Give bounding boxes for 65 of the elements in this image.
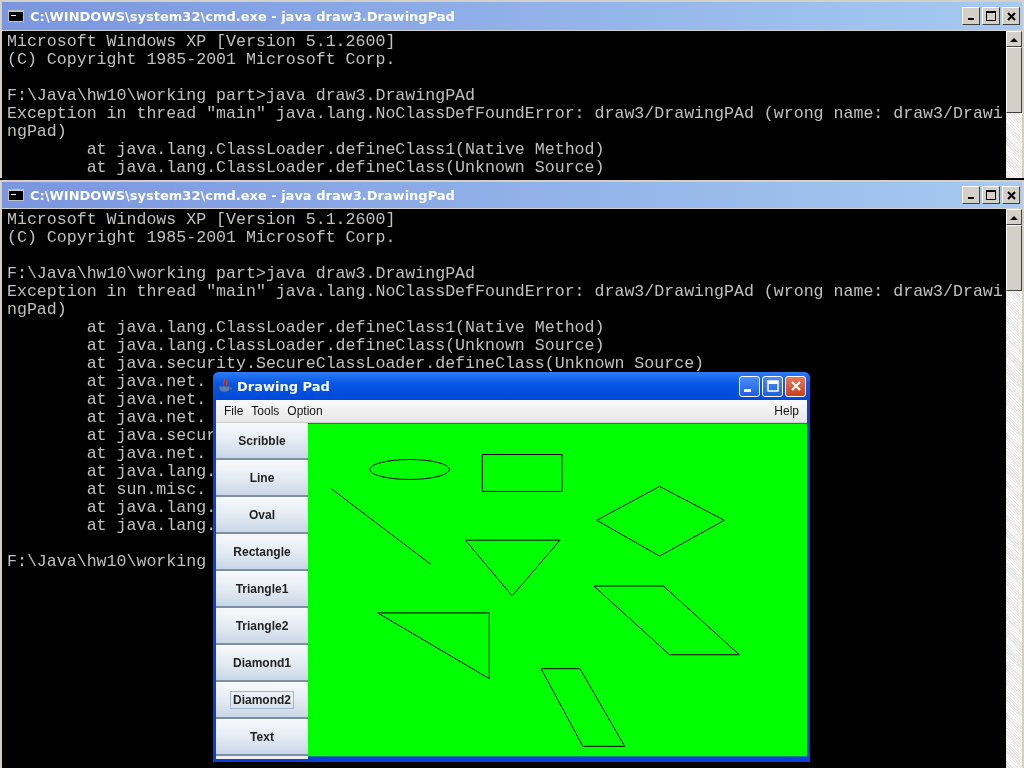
- tool-button[interactable]: Text: [216, 719, 308, 756]
- scrollbar-track[interactable]: [1006, 209, 1022, 768]
- up-arrow-icon: [1010, 36, 1018, 42]
- console-line: Microsoft Windows XP [Version 5.1.2600]: [7, 211, 396, 229]
- console-line: F:\Java\hw10\working part>java draw3.DrawingPAd: [7, 265, 476, 283]
- console-line: (C) Copyright 1985-2001 Microsoft Corp.: [7, 229, 396, 247]
- console-line: at java.security.SecureClassLoader.defineClass(Unknown Source): [85, 355, 705, 373]
- console-line: at java.net.: [85, 409, 207, 427]
- console-icon: [8, 10, 24, 22]
- console-line: at java.lang.: [85, 463, 217, 481]
- scrollbar-thumb[interactable]: [1006, 225, 1022, 291]
- scrollbar-thumb[interactable]: [1006, 47, 1022, 113]
- console-line: at java.lang.ClassLoader.defineClass(Unknown Source): [85, 159, 605, 177]
- scroll-up-button[interactable]: [1006, 31, 1022, 47]
- tool-button[interactable]: Diamond1: [216, 645, 308, 682]
- console-line: at java.lang.ClassLoader.defineClass1(Native Method): [85, 319, 605, 337]
- console-line: at java.lang.ClassLoader.defineClass1(Native Method): [85, 141, 605, 159]
- close-button[interactable]: [1002, 186, 1020, 204]
- console-line: Exception in thread "main" java.lang.NoClassDefFoundError: draw3/DrawingPAd (wrong name: draw3/Drawi: [7, 283, 1003, 301]
- menu-item[interactable]: Help: [770, 404, 803, 418]
- menu-item[interactable]: Tools: [247, 404, 284, 418]
- tool-button[interactable]: Oval: [216, 497, 308, 534]
- window-title: Drawing Pad: [237, 378, 330, 394]
- console-line: at java.secur: [85, 427, 217, 445]
- coffee-cup-icon: [217, 378, 233, 394]
- minimize-button[interactable]: [962, 186, 980, 204]
- close-icon: [1006, 190, 1016, 200]
- console-line: at java.lang.ClassLoader.defineClass(Unknown Source): [85, 337, 605, 355]
- tool-button[interactable]: Rectangle: [216, 534, 308, 571]
- console-line: F:\Java\hw10\working part>java draw3.DrawingPAd: [7, 87, 476, 105]
- console-line: Microsoft Windows XP [Version 5.1.2600]: [7, 33, 396, 51]
- console-line: (C) Copyright 1985-2001 Microsoft Corp.: [7, 51, 396, 69]
- console-line: at java.net.: [85, 445, 207, 463]
- console-line: at java.net.: [85, 391, 207, 409]
- maximize-icon: [986, 190, 996, 200]
- maximize-button[interactable]: [982, 7, 1000, 25]
- close-icon: [1006, 11, 1016, 21]
- menu-item[interactable]: File: [220, 404, 248, 418]
- minimize-icon: [744, 388, 751, 392]
- console-line: Exception in thread "main" java.lang.NoClassDefFoundError: draw3/DrawingPAd (wrong name: draw3/Drawi: [7, 105, 1003, 123]
- tool-button[interactable]: Triangle1: [216, 571, 308, 608]
- tool-button[interactable]: Triangle2: [216, 608, 308, 645]
- window-title: C:\WINDOWS\system32\cmd.exe - java draw3.DrawingPad: [30, 8, 455, 24]
- console-line: at sun.misc.: [85, 481, 207, 499]
- scrollbar-track[interactable]: [1006, 31, 1022, 178]
- window-title: C:\WINDOWS\system32\cmd.exe - java draw3.DrawingPad: [30, 187, 455, 203]
- close-button[interactable]: [1002, 7, 1020, 25]
- maximize-icon: [986, 11, 996, 21]
- tool-button[interactable]: Line: [216, 460, 308, 497]
- console-line: at java.lang.: [85, 517, 217, 535]
- close-icon: [789, 380, 802, 392]
- menu-item[interactable]: Option: [283, 404, 327, 418]
- minimize-button[interactable]: [962, 7, 980, 25]
- console-line: F:\Java\hw10\working: [7, 553, 207, 571]
- console-line: at java.net.: [85, 373, 207, 391]
- maximize-button[interactable]: [982, 186, 1000, 204]
- console-line: at java.lang.: [85, 499, 217, 517]
- console-line: ngPad): [7, 301, 67, 319]
- tool-button[interactable]: Diamond2: [216, 682, 308, 719]
- console-line: ngPad): [7, 123, 67, 141]
- maximize-icon: [766, 380, 779, 392]
- up-arrow-icon: [1010, 214, 1018, 220]
- console-icon: [8, 189, 24, 201]
- tool-button[interactable]: Scribble: [216, 423, 308, 460]
- scroll-up-button[interactable]: [1006, 209, 1022, 225]
